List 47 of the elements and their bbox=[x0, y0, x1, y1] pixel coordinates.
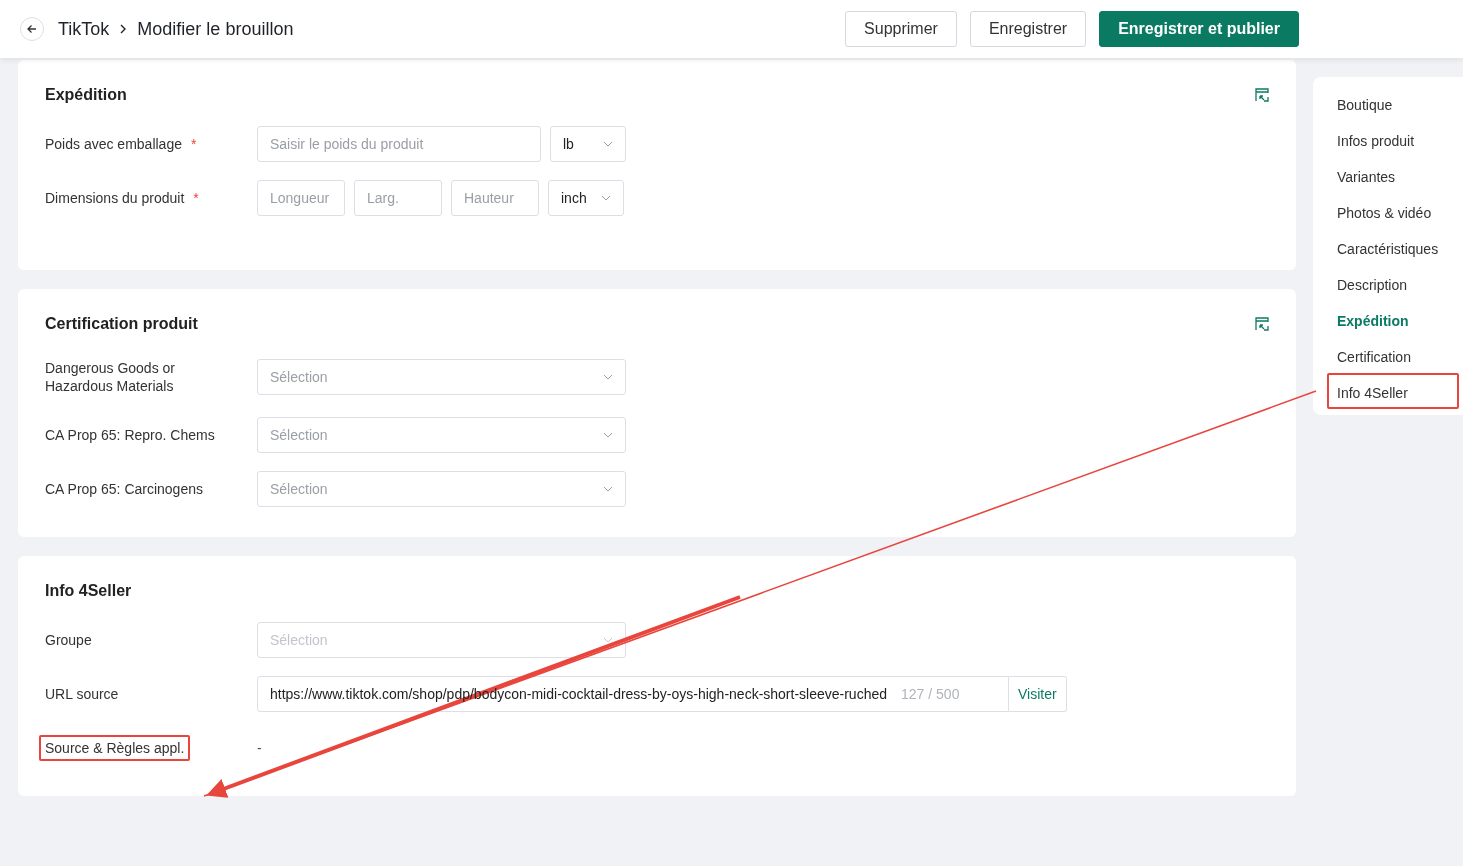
chevron-down-icon bbox=[601, 195, 611, 201]
breadcrumb-text: Modifier le brouillon bbox=[137, 18, 294, 40]
breadcrumb-text[interactable]: TikTok bbox=[58, 18, 110, 40]
back-button[interactable] bbox=[20, 17, 44, 41]
visit-button[interactable]: Visiter bbox=[1009, 676, 1067, 712]
section-title: Info 4Seller bbox=[45, 582, 132, 600]
nav-link[interactable]: Description bbox=[1327, 265, 1443, 301]
field-label: Dangerous Goods or Hazardous Materials bbox=[44, 359, 176, 396]
publish-button[interactable]: Enregistrer et publier bbox=[1099, 11, 1299, 47]
action-button[interactable]: Supprimer bbox=[845, 11, 957, 47]
select-field[interactable]: inch bbox=[548, 180, 624, 216]
nav-link[interactable]: Info 4Seller bbox=[1327, 373, 1459, 409]
field-label: Groupe bbox=[44, 631, 93, 650]
section-title: Expédition bbox=[45, 86, 127, 104]
input-field[interactable]: Longueur bbox=[257, 180, 345, 216]
nav-link[interactable]: Infos produit bbox=[1327, 121, 1443, 157]
field-label: URL source bbox=[44, 685, 120, 704]
back-arrow-icon bbox=[26, 23, 38, 35]
chevron-down-icon bbox=[603, 486, 613, 492]
nav-link[interactable]: Photos & vidéo bbox=[1327, 193, 1443, 229]
field-label: Poids avec emballage bbox=[44, 135, 183, 154]
collapse-icon[interactable] bbox=[1255, 317, 1269, 331]
nav-link[interactable]: Boutique bbox=[1327, 85, 1443, 121]
collapse-icon[interactable] bbox=[1255, 88, 1269, 102]
nav-link[interactable]: Certification bbox=[1327, 337, 1443, 373]
field-value: - bbox=[257, 740, 262, 756]
input-field[interactable]: Larg. bbox=[354, 180, 442, 216]
input-field[interactable]: Hauteur bbox=[451, 180, 539, 216]
action-button[interactable]: Enregistrer bbox=[969, 11, 1087, 47]
nav-link[interactable]: Caractéristiques bbox=[1327, 229, 1443, 265]
chevron-down-icon bbox=[603, 637, 613, 643]
nav-link[interactable]: Expédition bbox=[1327, 301, 1443, 337]
nav-link[interactable]: Variantes bbox=[1327, 157, 1443, 193]
required-mark: * bbox=[191, 135, 197, 153]
select-field[interactable]: lb bbox=[550, 126, 626, 162]
section-title: Certification produit bbox=[45, 315, 198, 333]
field-label: CA Prop 65: Repro. Chems bbox=[44, 426, 216, 445]
field-label: CA Prop 65: Carcinogens bbox=[44, 480, 204, 499]
chevron-down-icon bbox=[603, 432, 613, 438]
input-field[interactable]: Saisir le poids du produit bbox=[257, 126, 541, 162]
chevron-down-icon bbox=[603, 374, 613, 380]
field-label: Dimensions du produit bbox=[44, 189, 186, 208]
field-label: Source & Règles appl. bbox=[39, 735, 191, 761]
chevron-right-icon bbox=[119, 23, 128, 35]
character-counter: 127 / 500 bbox=[901, 686, 960, 702]
chevron-down-icon bbox=[603, 141, 613, 147]
required-mark: * bbox=[193, 189, 199, 207]
